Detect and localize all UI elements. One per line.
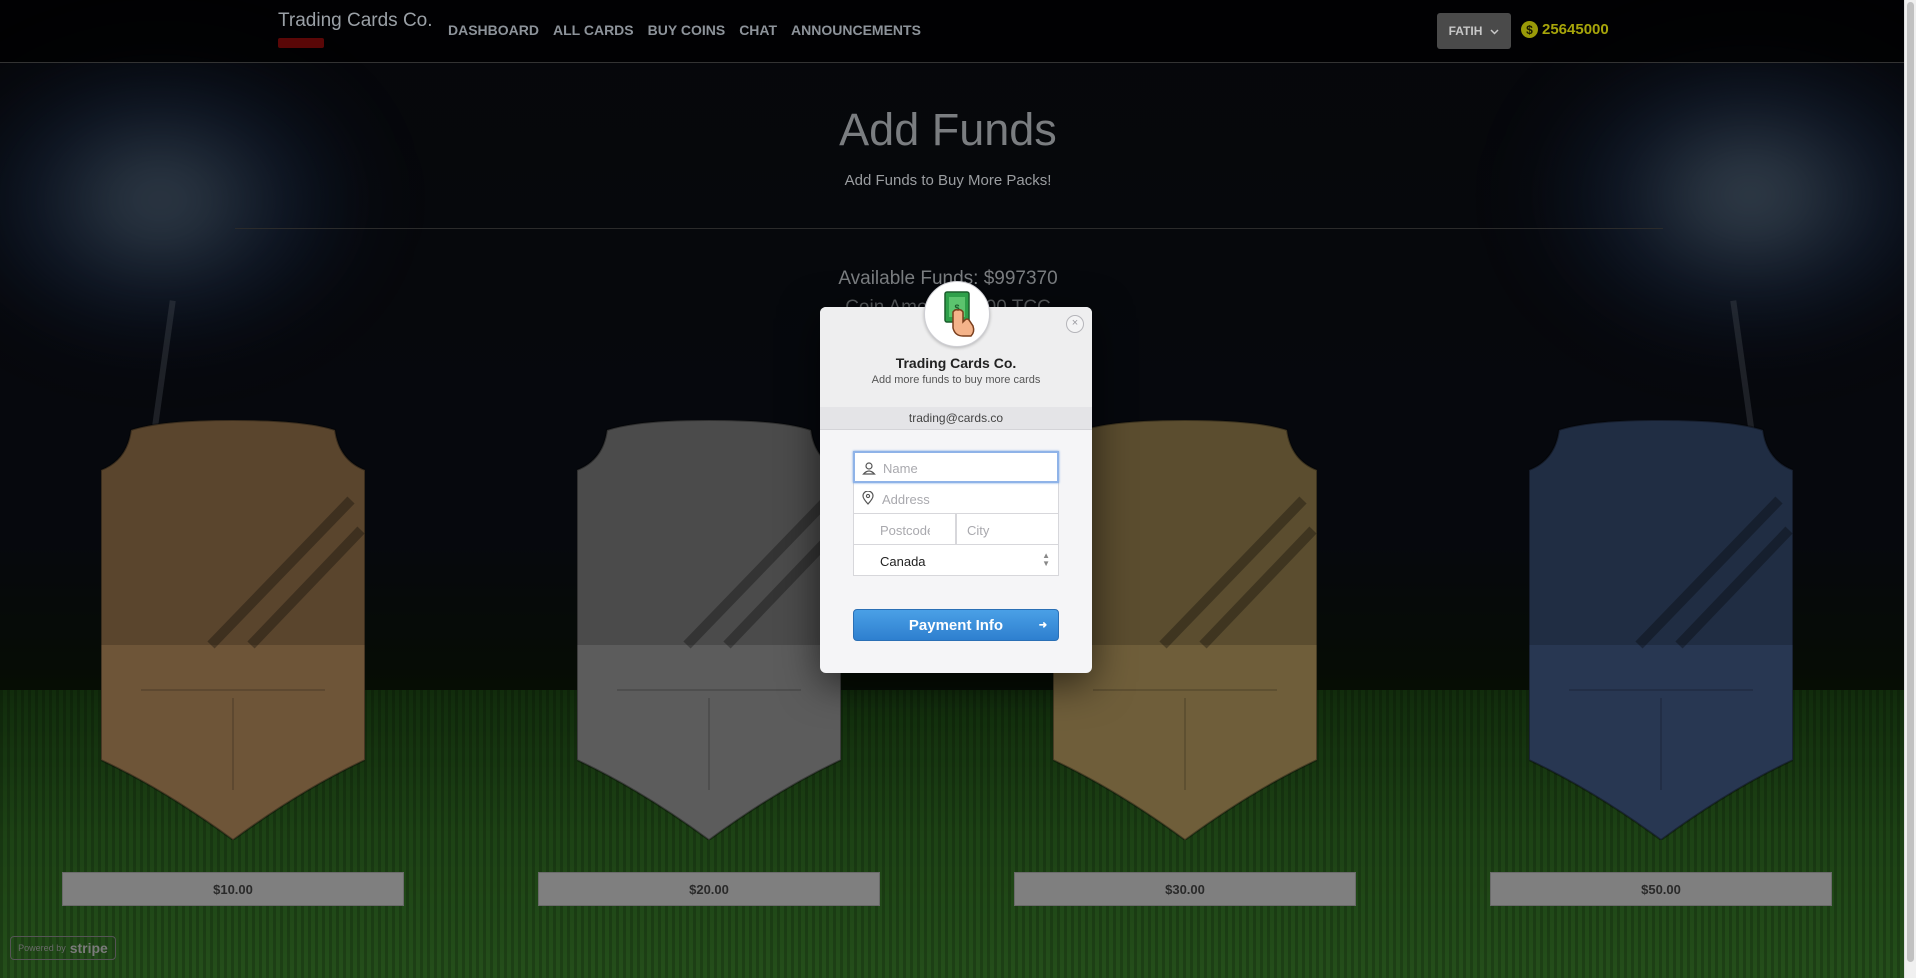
cash-hand-icon: $	[944, 291, 975, 337]
close-icon[interactable]: ×	[1066, 315, 1084, 333]
page-subtitle: Add Funds to Buy More Packs!	[844, 172, 1052, 189]
postcode-city-row	[853, 513, 1059, 546]
nav-buy-coins[interactable]: BUY COINS	[648, 22, 726, 38]
card-shape	[1529, 420, 1793, 840]
powered-by-label: Powered by	[18, 943, 66, 953]
nav-chat[interactable]: CHAT	[739, 22, 777, 38]
name-field	[853, 451, 1059, 483]
nav-announcements[interactable]: ANNOUNCEMENTS	[791, 22, 921, 38]
city-input[interactable]	[965, 514, 1059, 546]
powered-by-stripe[interactable]: Powered by stripe	[10, 936, 116, 960]
postcode-field	[853, 513, 956, 546]
coin-balance: $ 25645000	[1521, 21, 1609, 38]
country-value: Canada	[880, 554, 926, 569]
buy-10-button[interactable]: $10.00	[62, 872, 404, 906]
stripe-label: stripe	[69, 940, 108, 956]
modal-subtitle: Add more funds to buy more cards	[871, 374, 1041, 386]
buy-30-button[interactable]: $30.00	[1014, 872, 1356, 906]
buy-20-button[interactable]: $20.00	[538, 872, 880, 906]
user-name: FATIH	[1448, 24, 1483, 38]
card-pack-bronze[interactable]	[101, 420, 365, 840]
customer-email: trading@cards.co	[820, 407, 1092, 430]
card-shape	[1053, 420, 1317, 840]
card-pack-silver[interactable]	[577, 420, 841, 840]
coin-count: 25645000	[1542, 21, 1609, 38]
address-field	[853, 482, 1059, 515]
coin-icon: $	[1521, 21, 1538, 38]
card-pack-gold[interactable]	[1053, 420, 1317, 840]
billing-form: Canada ▲▼	[853, 451, 1059, 576]
user-menu-button[interactable]: FATIH	[1437, 13, 1511, 49]
brand-logo[interactable]: Trading Cards Co.	[278, 10, 433, 32]
card-pack-special[interactable]	[1529, 420, 1793, 840]
address-input[interactable]	[880, 483, 1054, 515]
city-field	[956, 513, 1059, 546]
nav-all-cards[interactable]: ALL CARDS	[553, 22, 634, 38]
arrow-right-icon: ➜	[1038, 620, 1048, 631]
brand-badge	[278, 38, 324, 48]
name-input[interactable]	[881, 453, 1055, 483]
scrollbar[interactable]	[1904, 0, 1916, 978]
country-select[interactable]: Canada ▲ ▼	[853, 544, 1059, 576]
user-icon	[862, 461, 876, 475]
divider	[235, 228, 1663, 229]
modal-title: Trading Cards Co.	[895, 355, 1017, 371]
merchant-logo: $	[924, 281, 990, 347]
checkout-modal: $ × Trading Cards Co. Add more funds to …	[820, 281, 1092, 673]
payment-info-button[interactable]: Payment Info ➜	[853, 609, 1059, 641]
payment-info-label: Payment Info	[908, 616, 1004, 634]
scrollbar-thumb[interactable]	[1907, 2, 1914, 962]
top-navbar: Trading Cards Co. DASHBOARD ALL CARDS BU…	[0, 0, 1905, 63]
modal-header: $ × Trading Cards Co. Add more funds to …	[820, 281, 1092, 408]
chevron-down-icon	[1490, 24, 1499, 38]
card-shape	[577, 420, 841, 840]
postcode-input[interactable]	[878, 514, 932, 546]
main-nav: DASHBOARD ALL CARDS BUY COINS CHAT ANNOU…	[448, 22, 921, 38]
buy-50-button[interactable]: $50.00	[1490, 872, 1832, 906]
page-title: Add Funds	[839, 104, 1057, 155]
card-shape	[101, 420, 365, 840]
nav-dashboard[interactable]: DASHBOARD	[448, 22, 539, 38]
location-pin-icon	[861, 490, 875, 505]
select-arrows-icon: ▲ ▼	[1042, 551, 1050, 568]
